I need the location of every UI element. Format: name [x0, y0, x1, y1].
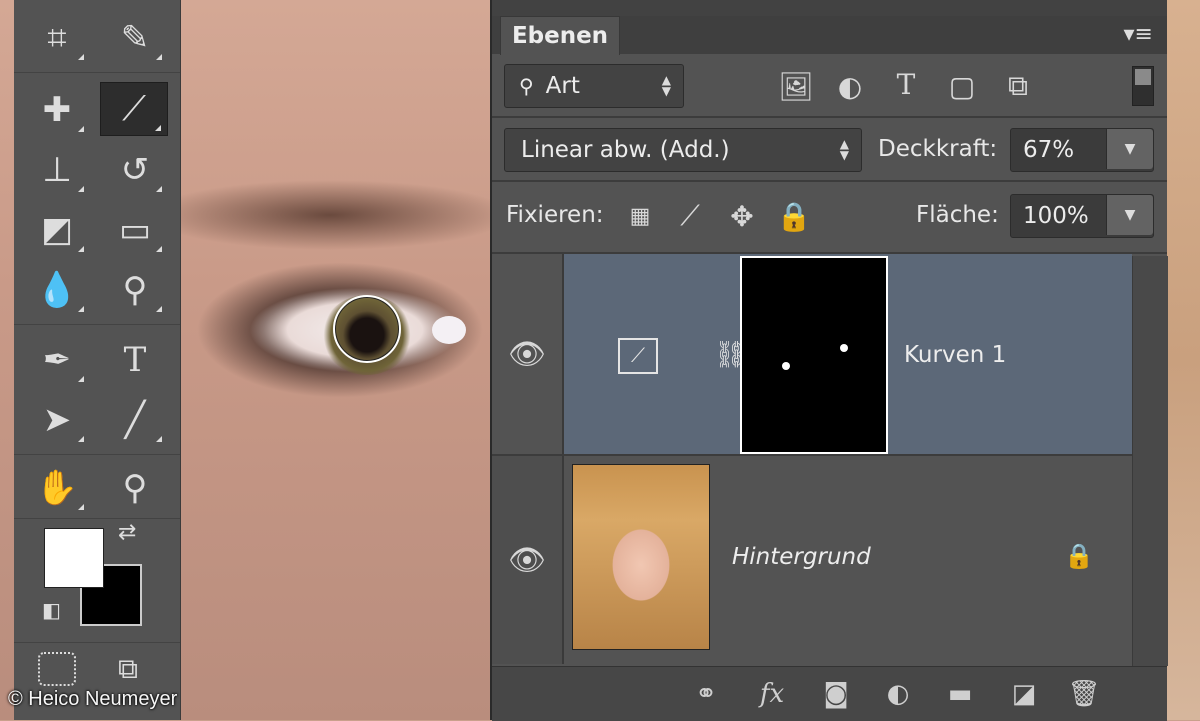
eyedropper-tool-button[interactable]: ✎	[102, 12, 168, 64]
layers-scrollbar[interactable]	[1132, 256, 1168, 666]
opacity-dropdown-icon[interactable]: ▼	[1106, 129, 1153, 169]
adjustment-icon[interactable]: ◐	[880, 677, 916, 711]
dodge-icon: ⚲	[122, 270, 148, 310]
layer-name[interactable]: Kurven 1	[904, 342, 1006, 368]
bandage-icon: ✚	[42, 90, 72, 130]
healing-brush-tool-button[interactable]: ✚	[24, 84, 90, 136]
layer-row-curves[interactable]: 👁 ⟋ ⛓ Kurven 1	[492, 254, 1132, 454]
quick-mask-icon[interactable]	[38, 652, 76, 686]
lock-transparency-icon[interactable]: ▦	[622, 198, 658, 234]
filter-toggle-switch[interactable]	[1132, 66, 1154, 106]
pen-icon: ✒	[42, 340, 72, 380]
filter-adjustment-icon[interactable]: ◐	[832, 68, 868, 104]
brush-icon: ⟋	[122, 89, 146, 129]
gradient-icon: ▭	[118, 210, 152, 250]
lock-label: Fixieren:	[506, 202, 604, 228]
brush-tool-button[interactable]: ⟋	[100, 82, 168, 136]
panel-footer: ⚭ fx ◙ ◐ ▬ ◪ 🗑	[492, 666, 1167, 721]
filter-kind-label: Art	[545, 73, 580, 99]
hand-tool-button[interactable]: ✋	[24, 462, 90, 514]
brush-cursor	[333, 295, 401, 363]
zoom-icon: ⚲	[122, 468, 148, 508]
link-icon[interactable]: ⚭	[688, 677, 724, 711]
blend-mode-value: Linear abw. (Add.)	[521, 137, 730, 163]
visibility-toggle[interactable]: 👁	[492, 456, 564, 664]
crop-tool-button[interactable]: ⌗	[24, 12, 90, 64]
mask-icon[interactable]: ◙	[818, 677, 854, 711]
updown-icon: ▲ ▼	[661, 73, 671, 98]
visibility-toggle[interactable]: 👁	[492, 254, 564, 454]
layer-lock-icon: 🔒	[1064, 542, 1094, 570]
blend-mode-select[interactable]: Linear abw. (Add.) ▲ ▼	[504, 128, 862, 172]
clone-stamp-tool-button[interactable]: ⊥	[24, 144, 90, 196]
pen-tool-button[interactable]: ✒	[24, 334, 90, 386]
layer-mask-thumbnail[interactable]	[740, 256, 888, 454]
filter-shape-icon[interactable]: ▢	[944, 68, 980, 104]
layer-row-background[interactable]: 👁 Hintergrund 🔒	[492, 456, 1132, 664]
history-brush-tool-button[interactable]: ↺	[102, 144, 168, 196]
zoom-tool-button[interactable]: ⚲	[102, 462, 168, 514]
eye-icon: 👁	[507, 542, 547, 578]
default-colors-icon[interactable]: ◧	[42, 598, 61, 622]
layer-photo-thumbnail[interactable]	[572, 464, 710, 650]
lock-pixels-icon[interactable]: ⟋	[672, 198, 708, 234]
tab-layers[interactable]: Ebenen	[500, 16, 620, 55]
screen-mode-icon[interactable]: ⧉	[118, 652, 138, 686]
fx-icon[interactable]: fx	[754, 677, 790, 711]
photo-credit: © Heico Neumeyer	[8, 688, 178, 710]
line-icon: ╱	[124, 400, 146, 440]
layer-name[interactable]: Hintergrund	[732, 544, 871, 570]
new-layer-icon[interactable]: ◪	[1006, 677, 1042, 711]
fill-field[interactable]: 100% ▼	[1010, 194, 1154, 238]
dodge-tool-button[interactable]: ⚲	[102, 264, 168, 316]
eyedropper-icon: ✎	[120, 18, 150, 58]
tools-panel: ⌗ ✎ ✚ ⟋ ⊥ ↺ ◩ ▭ 💧 ⚲ ✒ T ➤ ╱ ✋ ⚲ ⇄ ◧ ⧉	[14, 0, 181, 720]
eraser-icon: ◩	[40, 210, 74, 250]
crop-icon: ⌗	[47, 18, 67, 58]
stamp-icon: ⊥	[42, 150, 72, 190]
eye-highlight	[432, 316, 466, 344]
line-tool-button[interactable]: ╱	[102, 394, 168, 446]
fill-value: 100%	[1023, 203, 1089, 229]
filter-type-icon[interactable]: T	[888, 66, 924, 102]
opacity-label: Deckkraft:	[878, 136, 998, 162]
folder-icon[interactable]: ▬	[942, 677, 978, 711]
layers-panel: Ebenen ▾≡ ⚲ Art ▲ ▼ 🖼 ◐ T ▢ ⧉ Linear abw.…	[490, 0, 1168, 721]
eye-icon: 👁	[507, 336, 547, 372]
path-selection-tool-button[interactable]: ➤	[24, 394, 90, 446]
opacity-field[interactable]: 67% ▼	[1010, 128, 1154, 172]
search-icon: ⚲	[519, 74, 534, 98]
type-icon: T	[123, 340, 147, 380]
opacity-value: 67%	[1023, 137, 1075, 163]
fill-dropdown-icon[interactable]: ▼	[1106, 195, 1153, 235]
swap-colors-icon[interactable]: ⇄	[118, 520, 136, 545]
blur-tool-button[interactable]: 💧	[24, 264, 90, 316]
drop-icon: 💧	[35, 270, 79, 310]
panel-menu-icon[interactable]: ▾≡	[1124, 22, 1153, 47]
lock-position-icon[interactable]: ✥	[724, 198, 760, 234]
trash-icon[interactable]: 🗑	[1066, 677, 1102, 711]
arrow-icon: ➤	[42, 400, 72, 440]
type-tool-button[interactable]: T	[102, 334, 168, 386]
canvas-photo-edge	[1165, 0, 1200, 720]
gradient-tool-button[interactable]: ▭	[102, 204, 168, 256]
updown-icon: ▲ ▼	[839, 137, 849, 162]
fill-label: Fläche:	[916, 202, 999, 228]
foreground-color-swatch[interactable]	[44, 528, 104, 588]
panel-header-bar	[492, 0, 1167, 16]
filter-pixel-icon[interactable]: 🖼	[778, 68, 814, 104]
eraser-tool-button[interactable]: ◩	[24, 204, 90, 256]
history-brush-icon: ↺	[120, 150, 150, 190]
hand-icon: ✋	[35, 468, 79, 508]
curves-adjustment-icon[interactable]: ⟋	[618, 338, 658, 374]
filter-smartobject-icon[interactable]: ⧉	[1000, 68, 1036, 104]
layer-filter-select[interactable]: ⚲ Art ▲ ▼	[504, 64, 684, 108]
lock-all-icon[interactable]: 🔒	[776, 198, 812, 234]
